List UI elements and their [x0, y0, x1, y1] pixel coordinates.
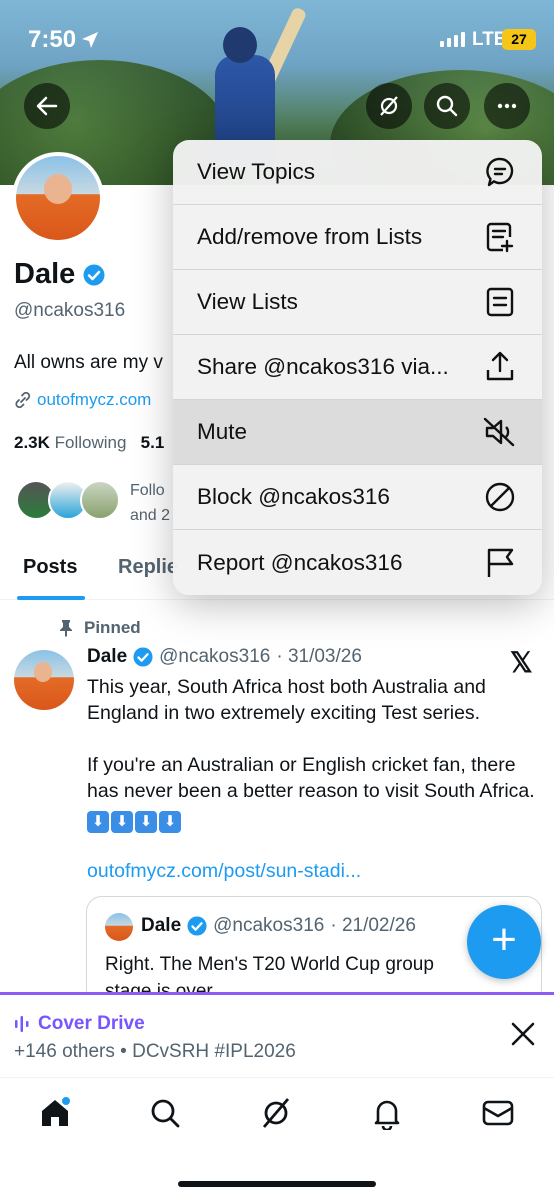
post-paragraph-text: If you're an Australian or English crick… — [87, 754, 535, 802]
pin-icon — [60, 620, 72, 637]
followed-by-line: and 2 — [130, 507, 170, 524]
follow-counts: 2.3K Following 5.1 — [14, 433, 164, 453]
list-add-icon — [486, 222, 514, 253]
back-button[interactable] — [24, 83, 70, 129]
profile-website-link[interactable]: outofmycz.com — [14, 390, 151, 410]
followed-by-line: Follo — [130, 482, 165, 499]
battery-indicator: 27 — [502, 29, 536, 50]
followed-by-text[interactable]: Follo and 2 — [130, 478, 170, 528]
down-arrow-emoji-icon: ⬇ — [111, 811, 133, 833]
menu-item-view-topics[interactable]: View Topics — [173, 140, 542, 205]
down-arrow-emoji-icon: ⬇ — [159, 811, 181, 833]
pinned-label: Pinned — [84, 618, 141, 637]
link-icon — [15, 391, 31, 409]
live-space-bar[interactable]: Cover Drive +146 others • DCvSRH #IPL202… — [0, 992, 554, 1078]
tab-replies[interactable]: Replie — [118, 556, 178, 579]
menu-item-label: Block @ncakos316 — [197, 484, 390, 509]
notifications-bell-icon[interactable] — [370, 1096, 404, 1130]
signal-bars-icon — [440, 32, 465, 47]
more-options-button[interactable] — [484, 83, 530, 129]
menu-item-mute[interactable]: Mute — [173, 400, 542, 465]
home-icon[interactable] — [38, 1096, 72, 1130]
following-label: Following — [54, 433, 127, 452]
quoted-author-handle: @ncakos316 — [213, 915, 325, 936]
post-paragraph: If you're an Australian or English crick… — [87, 752, 537, 833]
menu-item-view-lists[interactable]: View Lists — [173, 270, 542, 335]
grok-icon — [380, 96, 398, 116]
space-title: Cover Drive — [38, 1013, 145, 1034]
post-body[interactable]: This year, South Africa host both Austra… — [87, 674, 537, 833]
following-count: 2.3K — [14, 433, 50, 452]
menu-item-block[interactable]: Block @ncakos316 — [173, 465, 542, 530]
profile-avatar[interactable] — [12, 152, 104, 244]
menu-item-add-remove-lists[interactable]: Add/remove from Lists — [173, 205, 542, 270]
menu-item-report[interactable]: Report @ncakos316 — [173, 530, 542, 595]
quoted-post-date: · 21/02/26 — [330, 915, 416, 936]
menu-item-label: Share @ncakos316 via... — [197, 354, 449, 379]
audio-wave-icon — [15, 1016, 29, 1032]
menu-item-label: View Lists — [197, 289, 298, 314]
post-date: · 31/03/26 — [276, 646, 362, 667]
down-arrow-emoji-icon: ⬇ — [87, 811, 109, 833]
compose-button[interactable]: + — [467, 905, 541, 979]
menu-item-share[interactable]: Share @ncakos316 via... — [173, 335, 542, 400]
followers-count[interactable]: 5.1 — [141, 433, 165, 452]
post-link[interactable]: outofmycz.com/post/sun-stadi... — [87, 860, 361, 883]
verified-badge-icon — [187, 916, 207, 936]
grok-button[interactable] — [366, 83, 412, 129]
search-icon — [436, 95, 458, 117]
close-icon[interactable] — [508, 1019, 538, 1049]
mute-icon — [483, 417, 515, 447]
profile-name: Dale — [14, 258, 76, 290]
grok-icon[interactable] — [259, 1096, 293, 1130]
active-tab-indicator — [17, 596, 85, 600]
profile-handle: @ncakos316 — [14, 300, 126, 321]
more-horizontal-icon — [497, 103, 517, 109]
quoted-post-header: Dale @ncakos316 · 21/02/26 — [141, 915, 416, 937]
post-header: Dale @ncakos316 · 31/03/26 — [87, 646, 362, 668]
post-author-handle[interactable]: @ncakos316 — [159, 646, 270, 668]
post-author-avatar[interactable] — [14, 650, 74, 710]
tab-posts[interactable]: Posts — [23, 556, 77, 579]
verified-badge-icon — [133, 647, 153, 667]
quoted-author-avatar — [105, 913, 133, 941]
profile-name-row: Dale — [14, 258, 105, 291]
plus-icon: + — [491, 915, 517, 964]
status-bar: 7:50 LTE 27 — [0, 0, 554, 80]
following-link[interactable]: 2.3K Following — [14, 433, 126, 452]
profile-bio: All owns are my v — [14, 352, 163, 373]
back-arrow-icon — [36, 96, 58, 116]
search-button[interactable] — [424, 83, 470, 129]
menu-item-label: Mute — [197, 419, 248, 444]
follower-avatar — [80, 480, 120, 520]
post-paragraph: This year, South Africa host both Austra… — [87, 676, 486, 724]
status-time: 7:50 — [28, 26, 77, 53]
profile-overflow-menu: View Topics Add/remove from Lists View L… — [173, 140, 542, 595]
location-arrow-icon — [82, 32, 98, 48]
pinned-label-row: Pinned — [58, 618, 141, 638]
space-title-row: Cover Drive — [14, 1013, 145, 1035]
verified-badge-icon[interactable] — [83, 264, 105, 286]
menu-item-label: Report @ncakos316 — [197, 549, 403, 575]
followed-by-avatars[interactable] — [16, 480, 120, 520]
post-author-name[interactable]: Dale — [87, 646, 127, 668]
lists-icon — [486, 287, 514, 317]
block-icon — [485, 482, 515, 512]
space-subtitle: +146 others • DCvSRH #IPL2026 — [14, 1041, 296, 1062]
profile-website-text[interactable]: outofmycz.com — [37, 390, 151, 410]
down-arrow-emoji-icon: ⬇ — [135, 811, 157, 833]
topics-icon — [486, 157, 514, 187]
menu-item-label: View Topics — [197, 159, 315, 184]
menu-item-label: Add/remove from Lists — [197, 224, 423, 249]
messages-envelope-icon[interactable] — [481, 1096, 515, 1130]
search-icon[interactable] — [148, 1096, 182, 1130]
home-indicator[interactable] — [178, 1181, 376, 1187]
share-icon — [486, 351, 514, 381]
flag-icon — [487, 548, 514, 577]
quoted-author-name: Dale — [141, 915, 182, 936]
